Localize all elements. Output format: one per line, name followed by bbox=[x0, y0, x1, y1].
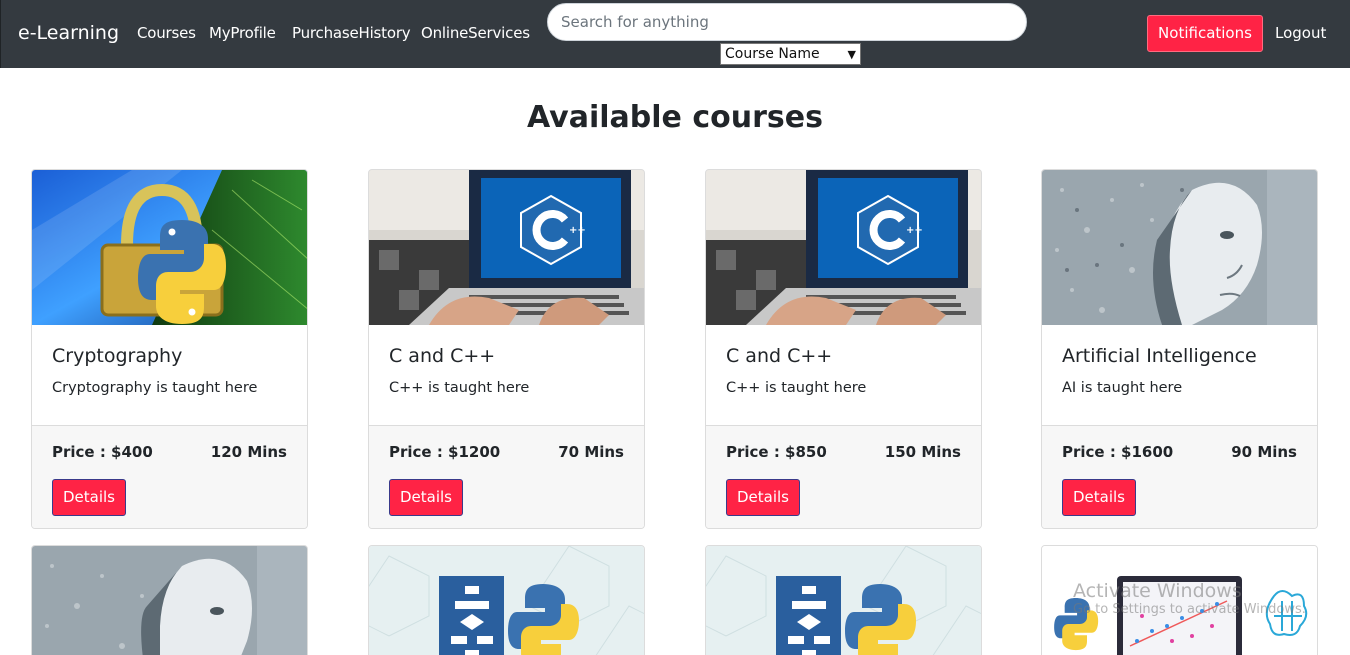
course-card: ++ C and C++ C++ is taught here Price : … bbox=[368, 169, 645, 529]
course-card-footer: Price : $1600 90 Mins Details bbox=[1042, 426, 1317, 528]
nav-link-courses[interactable]: Courses bbox=[137, 24, 196, 42]
brand-logo[interactable]: e-Learning bbox=[18, 22, 119, 44]
search-filter-value: Course Name bbox=[725, 46, 820, 62]
course-description: C++ is taught here bbox=[389, 380, 530, 396]
details-button[interactable]: Details bbox=[726, 479, 800, 516]
course-image[interactable]: ++ bbox=[706, 170, 981, 325]
course-image[interactable]: ++ bbox=[369, 170, 644, 325]
course-description: AI is taught here bbox=[1062, 380, 1183, 396]
watermark-title: Activate Windows bbox=[1073, 580, 1242, 602]
details-button[interactable]: Details bbox=[1062, 479, 1136, 516]
course-title: Cryptography bbox=[52, 345, 183, 367]
nav-link-purchasehistory[interactable]: PurchaseHistory bbox=[292, 24, 411, 42]
svg-text:++: ++ bbox=[569, 225, 586, 236]
course-price: Price : $850 bbox=[726, 443, 827, 461]
notifications-button[interactable]: Notifications bbox=[1147, 15, 1263, 52]
nav-link-onlineservices[interactable]: OnlineServices bbox=[421, 24, 530, 42]
ai-face-image bbox=[1042, 170, 1317, 325]
course-image[interactable] bbox=[32, 170, 307, 325]
course-price: Price : $400 bbox=[52, 443, 153, 461]
course-image[interactable] bbox=[32, 546, 307, 655]
course-duration: 90 Mins bbox=[1231, 443, 1297, 461]
course-card-footer: Price : $850 150 Mins Details bbox=[706, 426, 981, 528]
course-card bbox=[705, 545, 982, 655]
course-price: Price : $1200 bbox=[389, 443, 501, 461]
search-input[interactable] bbox=[547, 3, 1027, 41]
course-card: Cryptography Cryptography is taught here… bbox=[31, 169, 308, 529]
course-card: ++ C and C++ C++ is taught here Price : … bbox=[705, 169, 982, 529]
course-price: Price : $1600 bbox=[1062, 443, 1174, 461]
course-description: Cryptography is taught here bbox=[52, 380, 258, 396]
course-duration: 70 Mins bbox=[558, 443, 624, 461]
ai-face-image bbox=[32, 546, 307, 655]
course-image[interactable] bbox=[1042, 170, 1317, 325]
course-duration: 150 Mins bbox=[884, 443, 961, 461]
course-card-body: C and C++ C++ is taught here bbox=[706, 325, 981, 426]
course-duration: 120 Mins bbox=[210, 443, 287, 461]
course-description: C++ is taught here bbox=[726, 380, 867, 396]
nav-link-myprofile[interactable]: MyProfile bbox=[209, 24, 276, 42]
flowchart-python-image bbox=[369, 546, 644, 655]
laptop-cpp-image: ++ bbox=[706, 170, 981, 325]
flowchart-python-image bbox=[706, 546, 981, 655]
laptop-cpp-image: ++ bbox=[369, 170, 644, 325]
padlock-python-image bbox=[32, 170, 307, 325]
course-card: Artificial Intelligence AI is taught her… bbox=[1041, 169, 1318, 529]
course-card-body: C and C++ C++ is taught here bbox=[369, 325, 644, 426]
course-title: C and C++ bbox=[726, 345, 833, 367]
navbar: e-Learning Courses MyProfile PurchaseHis… bbox=[0, 0, 1350, 68]
course-card-footer: Price : $400 120 Mins Details bbox=[32, 426, 307, 528]
course-card-footer: Price : $1200 70 Mins Details bbox=[369, 426, 644, 528]
course-title: C and C++ bbox=[389, 345, 496, 367]
chevron-down-icon: ▼ bbox=[847, 48, 856, 61]
course-card-body: Artificial Intelligence AI is taught her… bbox=[1042, 325, 1317, 426]
svg-text:++: ++ bbox=[906, 225, 923, 236]
course-card bbox=[31, 545, 308, 655]
details-button[interactable]: Details bbox=[389, 479, 463, 516]
course-card bbox=[368, 545, 645, 655]
course-card-body: Cryptography Cryptography is taught here bbox=[32, 325, 307, 426]
page-title: Available courses bbox=[527, 100, 823, 135]
search-filter-select[interactable]: Course Name ▼ bbox=[720, 43, 861, 65]
logout-link[interactable]: Logout bbox=[1275, 24, 1326, 42]
watermark-subtitle: Go to Settings to activate Windows. bbox=[1073, 602, 1306, 617]
windows-activation-watermark: Activate Windows Go to Settings to activ… bbox=[1073, 580, 1306, 617]
course-title: Artificial Intelligence bbox=[1062, 345, 1257, 367]
course-image[interactable] bbox=[706, 546, 981, 655]
details-button[interactable]: Details bbox=[52, 479, 126, 516]
course-image[interactable] bbox=[369, 546, 644, 655]
